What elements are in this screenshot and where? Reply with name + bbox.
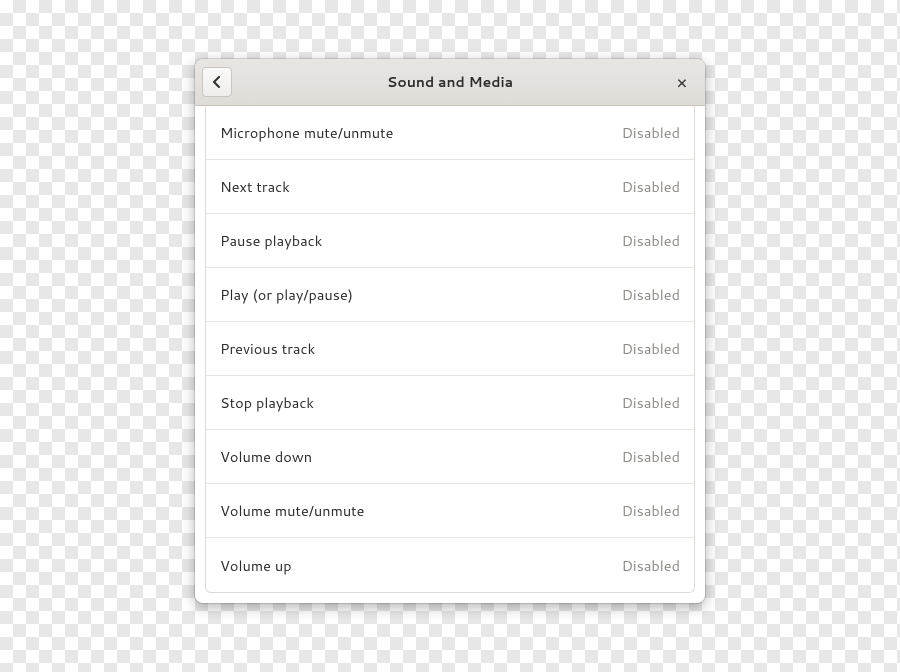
shortcut-label: Next track [220, 176, 290, 197]
shortcut-label: Previous track [220, 338, 315, 359]
content-area: Microphone mute/unmute Disabled Next tra… [195, 106, 705, 603]
shortcut-label: Microphone mute/unmute [220, 122, 393, 143]
shortcut-label: Stop playback [220, 392, 314, 413]
shortcut-row-stop-playback[interactable]: Stop playback Disabled [206, 376, 694, 430]
shortcut-label: Play (or play/pause) [220, 284, 353, 305]
shortcut-row-previous-track[interactable]: Previous track Disabled [206, 322, 694, 376]
shortcut-value: Disabled [622, 230, 680, 251]
shortcut-label: Volume up [220, 555, 292, 576]
close-icon: × [676, 69, 687, 95]
shortcut-row-next-track[interactable]: Next track Disabled [206, 160, 694, 214]
shortcut-label: Volume mute/unmute [220, 500, 364, 521]
shortcut-value: Disabled [622, 446, 680, 467]
shortcut-row-play-or-play-pause[interactable]: Play (or play/pause) Disabled [206, 268, 694, 322]
page-title: Sound and Media [195, 72, 705, 92]
shortcut-list: Microphone mute/unmute Disabled Next tra… [205, 106, 695, 593]
header-bar: Sound and Media × [195, 59, 705, 106]
shortcut-row-volume-up[interactable]: Volume up Disabled [206, 538, 694, 592]
back-button[interactable] [202, 67, 232, 97]
shortcut-value: Disabled [622, 176, 680, 197]
shortcut-row-volume-mute-unmute[interactable]: Volume mute/unmute Disabled [206, 484, 694, 538]
shortcut-label: Pause playback [220, 230, 322, 251]
shortcut-row-volume-down[interactable]: Volume down Disabled [206, 430, 694, 484]
shortcut-value: Disabled [622, 500, 680, 521]
shortcut-value: Disabled [622, 555, 680, 576]
shortcut-value: Disabled [622, 284, 680, 305]
close-button[interactable]: × [667, 67, 697, 97]
shortcut-row-pause-playback[interactable]: Pause playback Disabled [206, 214, 694, 268]
settings-window: Sound and Media × Microphone mute/unmute… [195, 59, 705, 603]
shortcut-value: Disabled [622, 122, 680, 143]
shortcut-label: Volume down [220, 446, 312, 467]
shortcut-value: Disabled [622, 392, 680, 413]
shortcut-row-microphone-mute-unmute[interactable]: Microphone mute/unmute Disabled [206, 106, 694, 160]
chevron-left-icon [211, 71, 223, 94]
shortcut-value: Disabled [622, 338, 680, 359]
